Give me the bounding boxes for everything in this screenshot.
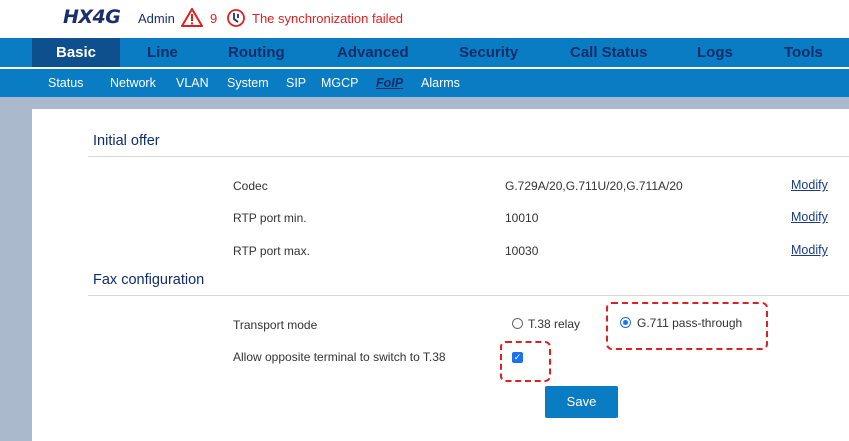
save-button[interactable]: Save [545, 386, 618, 418]
submenu-sip[interactable]: SIP [286, 69, 306, 97]
rtp-port-min-label: RTP port min. [233, 211, 307, 225]
alarm-count[interactable]: 9 [210, 11, 217, 26]
section-divider [88, 156, 849, 157]
menu-tools[interactable]: Tools [784, 38, 823, 67]
submenu-mgcp[interactable]: MGCP [321, 69, 359, 97]
section-divider [88, 295, 849, 296]
modify-rtp-min-link[interactable]: Modify [791, 210, 828, 224]
submenu-alarms[interactable]: Alarms [421, 69, 460, 97]
sync-status[interactable]: The synchronization failed [252, 11, 403, 26]
section-initial-offer-title: Initial offer [93, 133, 160, 149]
menu-advanced[interactable]: Advanced [337, 38, 409, 67]
modify-codec-link[interactable]: Modify [791, 178, 828, 192]
modify-rtp-max-link[interactable]: Modify [791, 243, 828, 257]
menu-call-status[interactable]: Call Status [570, 38, 648, 67]
sub-menu: Status Network VLAN System SIP MGCP FoIP… [0, 67, 849, 97]
rtp-port-min-value: 10010 [505, 211, 539, 225]
user-name[interactable]: Admin [138, 11, 175, 26]
rtp-port-max-label: RTP port max. [233, 244, 310, 258]
top-bar: HX4G Admin 9 The synchronization failed [0, 0, 849, 38]
allow-switch-label: Allow opposite terminal to switch to T.3… [233, 350, 446, 364]
menu-logs[interactable]: Logs [697, 38, 733, 67]
menu-line[interactable]: Line [147, 38, 178, 67]
g711-highlight-box [606, 302, 768, 350]
submenu-network[interactable]: Network [110, 69, 156, 97]
t38-relay-label[interactable]: T.38 relay [528, 317, 580, 331]
submenu-status[interactable]: Status [48, 69, 83, 97]
transport-mode-label: Transport mode [233, 318, 318, 332]
codec-value: G.729A/20,G.711U/20,G.711A/20 [505, 179, 683, 193]
brand-logo: HX4G [63, 6, 121, 28]
menu-basic[interactable]: Basic [32, 38, 120, 67]
t38-relay-radio[interactable] [512, 318, 523, 329]
section-fax-config-title: Fax configuration [93, 272, 205, 288]
submenu-vlan[interactable]: VLAN [176, 69, 209, 97]
warning-icon[interactable] [181, 8, 203, 27]
menu-routing[interactable]: Routing [228, 38, 285, 67]
menu-security[interactable]: Security [459, 38, 518, 67]
main-menu: Basic Line Routing Advanced Security Cal… [0, 38, 849, 67]
codec-label: Codec [233, 179, 268, 193]
submenu-foip[interactable]: FoIP [376, 69, 403, 97]
sync-failed-icon [227, 9, 245, 27]
rtp-port-max-value: 10030 [505, 244, 539, 258]
checkbox-highlight-box [500, 341, 551, 382]
submenu-system[interactable]: System [227, 69, 269, 97]
